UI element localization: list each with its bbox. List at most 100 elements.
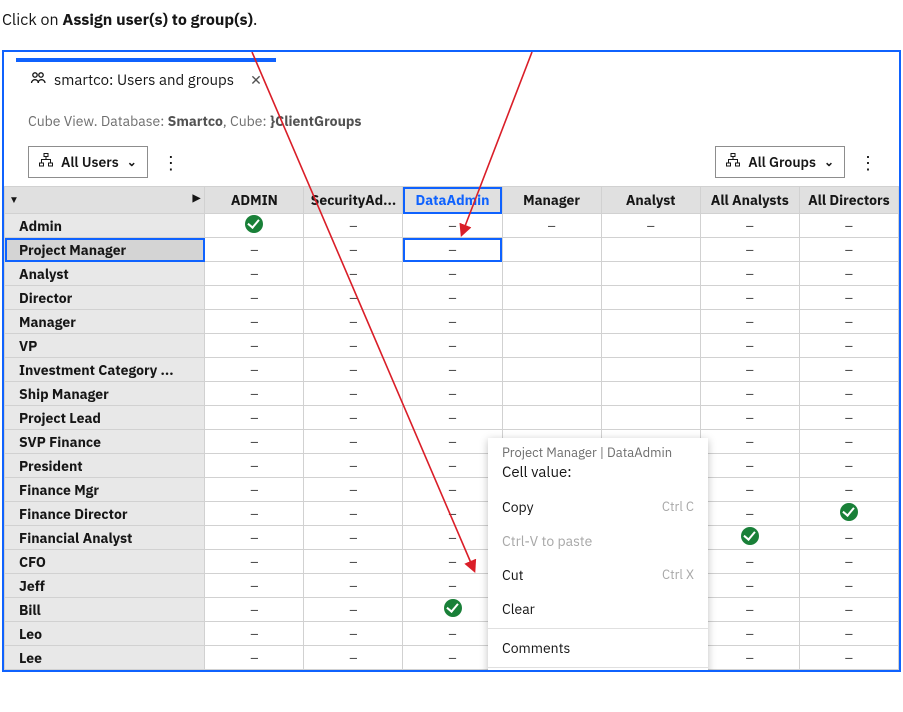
row-header[interactable]: Ship Manager bbox=[5, 382, 205, 406]
grid-cell[interactable]: – bbox=[304, 574, 403, 598]
grid-cell[interactable] bbox=[601, 238, 700, 262]
grid-cell[interactable] bbox=[502, 238, 601, 262]
grid-cell[interactable]: – bbox=[700, 478, 799, 502]
grid-cell[interactable]: – bbox=[799, 478, 898, 502]
grid-cell[interactable] bbox=[205, 214, 304, 238]
row-header[interactable]: Financial Analyst bbox=[5, 526, 205, 550]
column-header[interactable]: DataAdmin bbox=[403, 187, 502, 214]
grid-cell[interactable]: – bbox=[700, 286, 799, 310]
column-header[interactable]: ADMIN bbox=[205, 187, 304, 214]
grid-cell[interactable]: – bbox=[700, 598, 799, 622]
grid-cell[interactable]: – bbox=[304, 502, 403, 526]
row-header[interactable]: SVP Finance bbox=[5, 430, 205, 454]
grid-cell[interactable]: – bbox=[205, 598, 304, 622]
grid-cell[interactable]: – bbox=[304, 478, 403, 502]
grid-cell[interactable] bbox=[502, 262, 601, 286]
grid-cell[interactable] bbox=[502, 334, 601, 358]
grid-cell[interactable]: – bbox=[205, 310, 304, 334]
grid-cell[interactable]: – bbox=[304, 358, 403, 382]
grid-cell[interactable]: – bbox=[205, 382, 304, 406]
grid-cell[interactable]: – bbox=[403, 214, 502, 238]
grid-cell[interactable]: – bbox=[403, 358, 502, 382]
grid-cell[interactable] bbox=[601, 334, 700, 358]
grid-cell[interactable]: – bbox=[799, 646, 898, 670]
grid-cell[interactable]: – bbox=[403, 286, 502, 310]
kebab-menu-left[interactable]: ⋮ bbox=[156, 151, 186, 174]
grid-cell[interactable]: – bbox=[304, 262, 403, 286]
grid-cell[interactable]: – bbox=[700, 430, 799, 454]
grid-cell[interactable]: – bbox=[700, 550, 799, 574]
row-header[interactable]: Jeff bbox=[5, 574, 205, 598]
grid-cell[interactable] bbox=[601, 286, 700, 310]
grid-cell[interactable]: – bbox=[799, 382, 898, 406]
grid-cell[interactable]: – bbox=[700, 238, 799, 262]
grid-cell[interactable]: – bbox=[304, 646, 403, 670]
corner-cell[interactable]: ▼ ▶ bbox=[5, 187, 205, 214]
close-icon[interactable]: ✕ bbox=[250, 71, 262, 89]
grid-cell[interactable]: – bbox=[799, 214, 898, 238]
grid-cell[interactable] bbox=[601, 382, 700, 406]
grid-cell[interactable]: – bbox=[799, 550, 898, 574]
grid-cell[interactable]: – bbox=[205, 430, 304, 454]
grid-cell[interactable]: – bbox=[799, 454, 898, 478]
all-users-dropdown[interactable]: All Users ⌄ bbox=[28, 146, 148, 178]
row-header[interactable]: Leo bbox=[5, 622, 205, 646]
grid-cell[interactable] bbox=[502, 358, 601, 382]
grid-cell[interactable] bbox=[502, 406, 601, 430]
grid-cell[interactable]: – bbox=[304, 238, 403, 262]
grid-cell[interactable]: – bbox=[304, 550, 403, 574]
grid-cell[interactable]: – bbox=[205, 574, 304, 598]
grid-cell[interactable]: – bbox=[799, 406, 898, 430]
grid-cell[interactable]: – bbox=[205, 646, 304, 670]
grid-cell[interactable]: – bbox=[304, 454, 403, 478]
grid-cell[interactable]: – bbox=[700, 334, 799, 358]
grid-cell[interactable]: – bbox=[205, 406, 304, 430]
grid-cell[interactable]: – bbox=[799, 526, 898, 550]
grid-cell[interactable]: – bbox=[205, 286, 304, 310]
grid-cell[interactable]: – bbox=[205, 334, 304, 358]
grid-cell[interactable]: – bbox=[304, 286, 403, 310]
grid-cell[interactable]: – bbox=[205, 262, 304, 286]
grid-cell[interactable]: – bbox=[403, 334, 502, 358]
grid-cell[interactable]: – bbox=[799, 622, 898, 646]
grid-cell[interactable]: – bbox=[304, 598, 403, 622]
grid-cell[interactable]: – bbox=[700, 406, 799, 430]
grid-cell[interactable]: – bbox=[700, 214, 799, 238]
grid-cell[interactable]: – bbox=[799, 334, 898, 358]
grid-cell[interactable]: – bbox=[799, 598, 898, 622]
row-header[interactable]: Finance Director bbox=[5, 502, 205, 526]
grid-cell[interactable]: – bbox=[403, 406, 502, 430]
grid-cell[interactable]: – bbox=[700, 382, 799, 406]
grid-cell[interactable] bbox=[601, 358, 700, 382]
grid-cell[interactable]: – bbox=[601, 214, 700, 238]
row-header[interactable]: Finance Mgr bbox=[5, 478, 205, 502]
grid-cell[interactable]: – bbox=[304, 406, 403, 430]
grid-cell[interactable]: – bbox=[799, 286, 898, 310]
grid-cell[interactable] bbox=[502, 286, 601, 310]
row-header[interactable]: Project Lead bbox=[5, 406, 205, 430]
grid-cell[interactable]: – bbox=[304, 382, 403, 406]
grid-cell[interactable]: – bbox=[403, 238, 502, 262]
grid-cell[interactable]: – bbox=[205, 526, 304, 550]
grid-cell[interactable]: – bbox=[205, 550, 304, 574]
column-header[interactable]: All Analysts bbox=[700, 187, 799, 214]
grid-cell[interactable]: – bbox=[304, 430, 403, 454]
grid-cell[interactable]: – bbox=[304, 334, 403, 358]
grid-cell[interactable]: – bbox=[205, 454, 304, 478]
grid-cell[interactable] bbox=[601, 406, 700, 430]
row-header[interactable]: Manager bbox=[5, 310, 205, 334]
column-header[interactable]: Analyst bbox=[601, 187, 700, 214]
grid-cell[interactable]: – bbox=[700, 454, 799, 478]
grid-cell[interactable]: – bbox=[502, 214, 601, 238]
grid-cell[interactable]: – bbox=[205, 478, 304, 502]
row-header[interactable]: Project Manager bbox=[5, 238, 205, 262]
grid-cell[interactable] bbox=[502, 310, 601, 334]
menu-item[interactable]: CutCtrl X bbox=[488, 558, 708, 592]
grid-cell[interactable] bbox=[601, 262, 700, 286]
menu-item[interactable]: Clear bbox=[488, 592, 708, 626]
row-header[interactable]: Investment Category ... bbox=[5, 358, 205, 382]
grid-cell[interactable]: – bbox=[403, 262, 502, 286]
grid-cell[interactable]: – bbox=[205, 238, 304, 262]
row-header[interactable]: Bill bbox=[5, 598, 205, 622]
row-header[interactable]: Lee bbox=[5, 646, 205, 670]
